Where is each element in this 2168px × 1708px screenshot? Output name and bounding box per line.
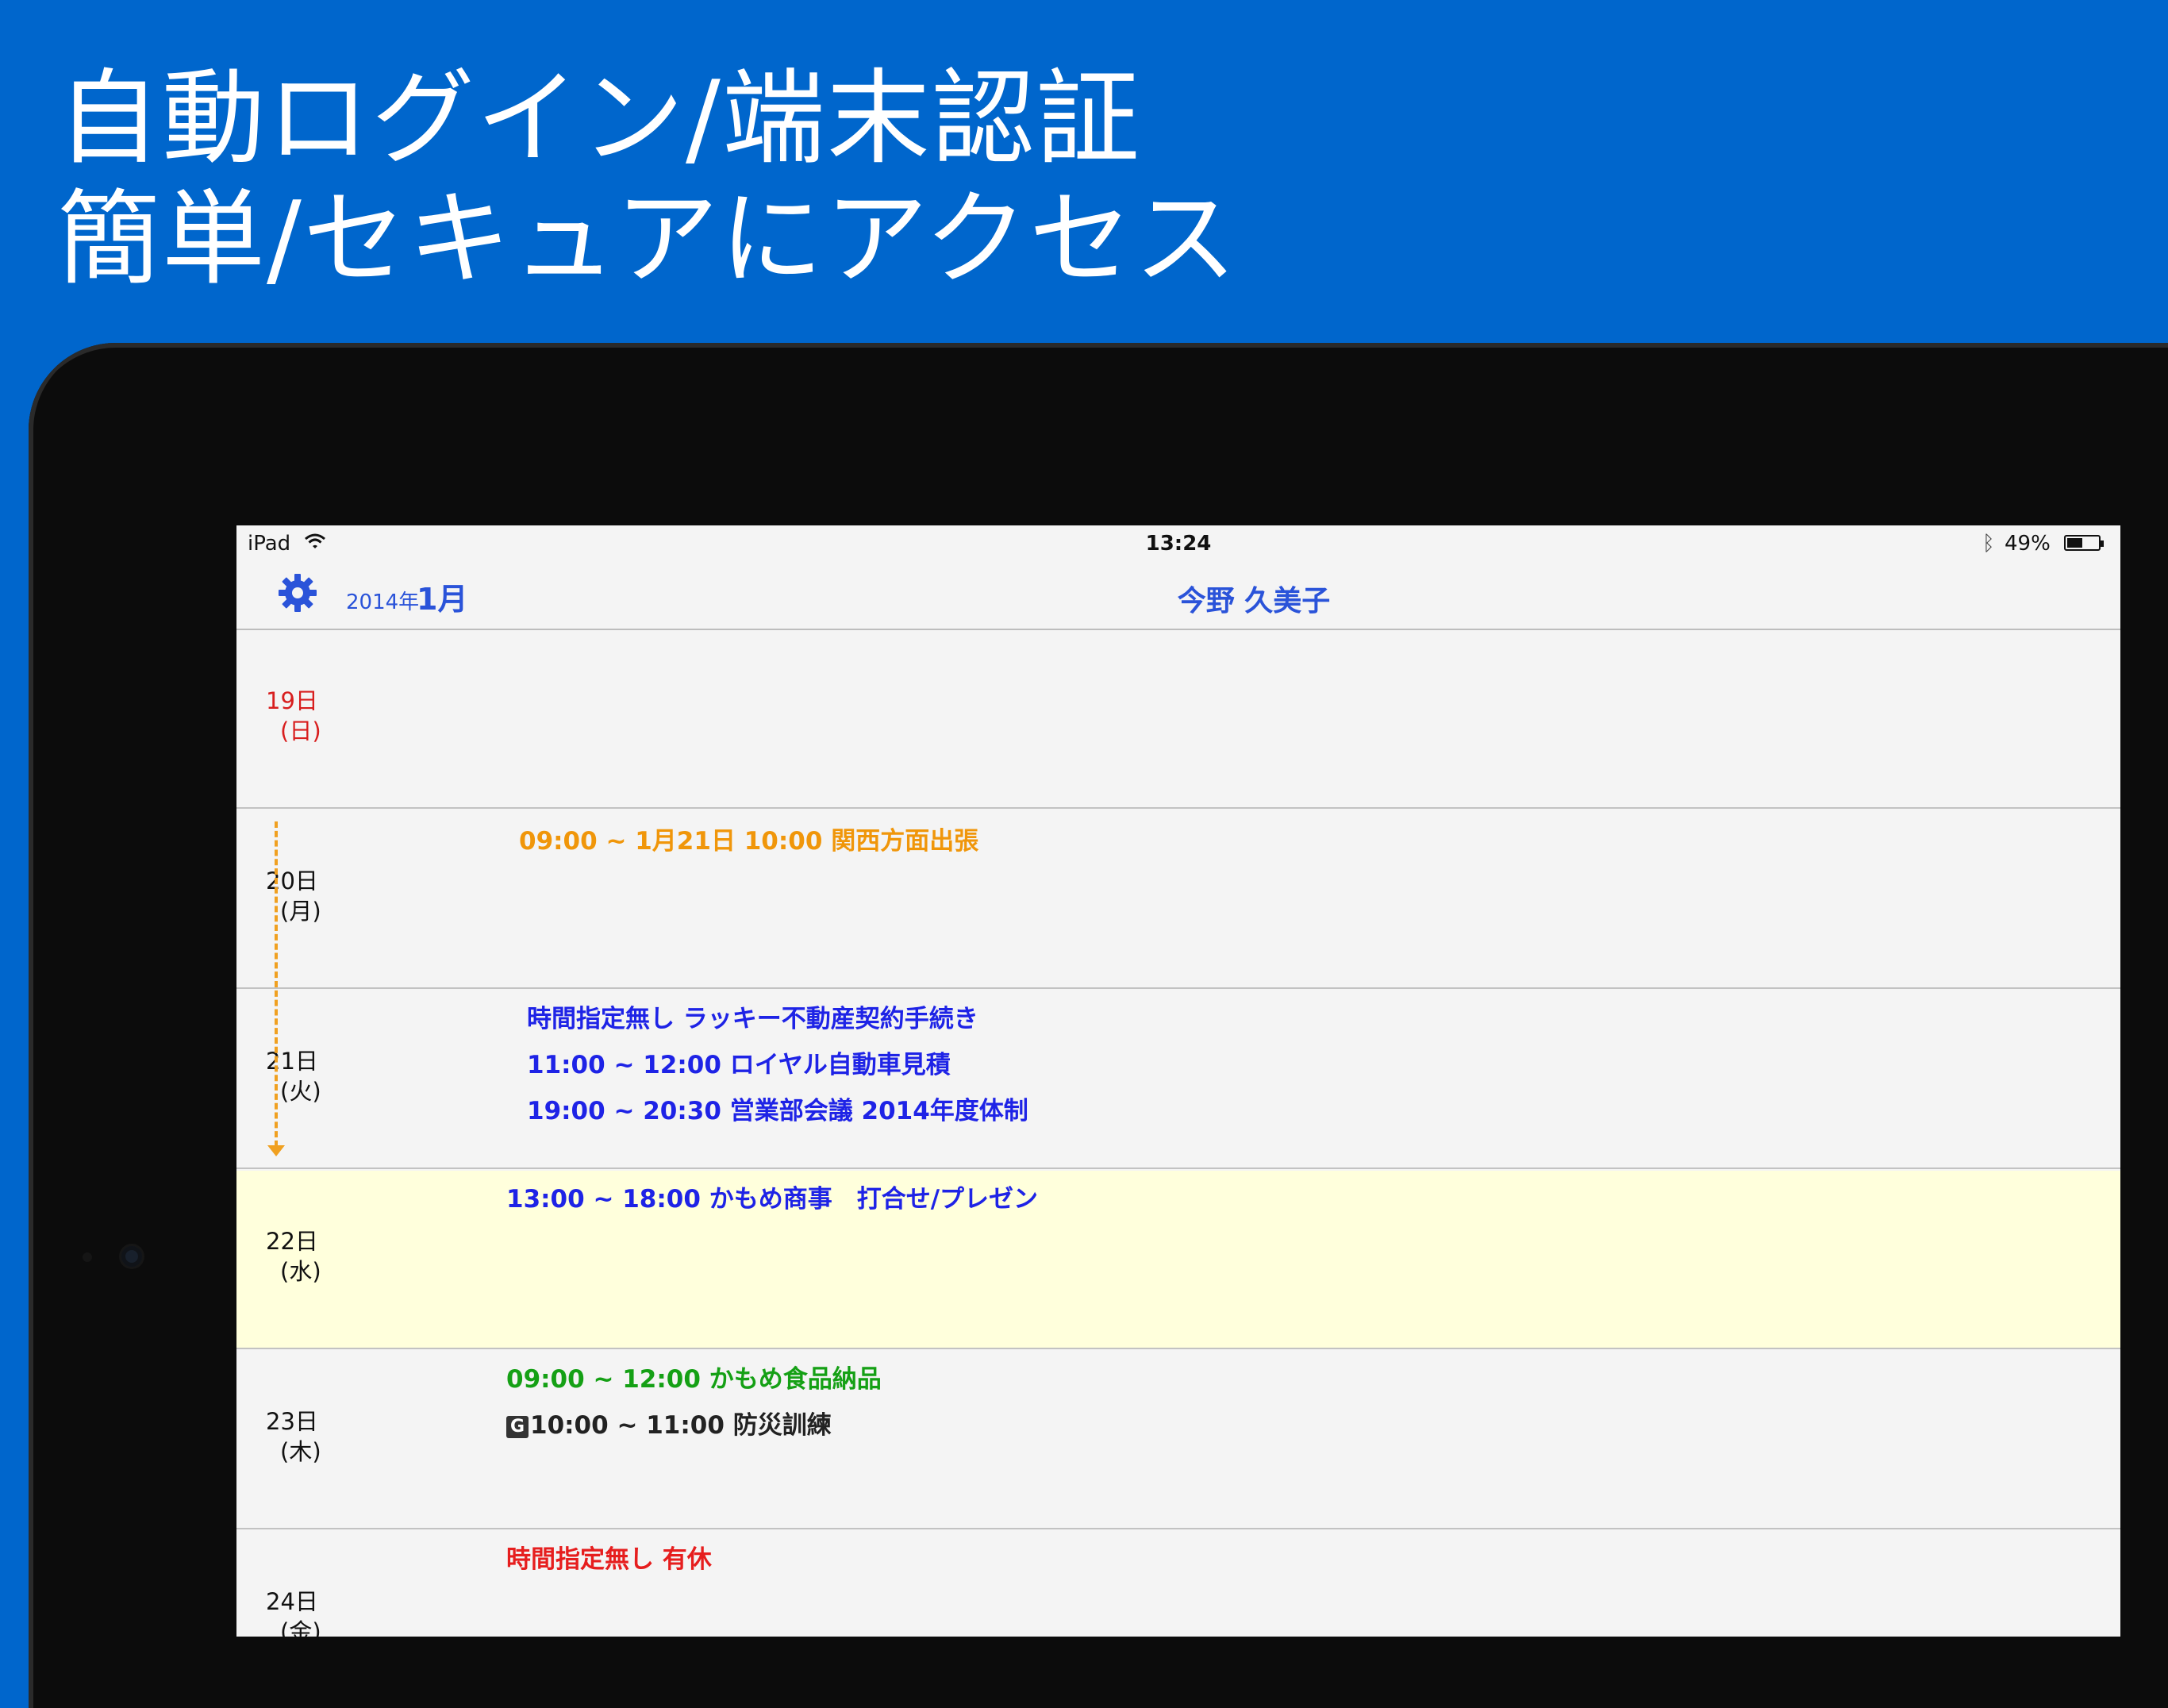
event-item[interactable]: G 10:00 ~ 11:00 防災訓練	[506, 1405, 832, 1441]
battery-level	[2067, 538, 2082, 548]
day-date: 19日	[266, 687, 318, 714]
day-label: 22日 (水)	[266, 1226, 321, 1287]
battery-nub	[2101, 540, 2104, 547]
day-date: 22日	[266, 1228, 318, 1255]
event-item[interactable]: 13:00 ~ 18:00 かもめ商事 打合せ/プレゼン	[506, 1179, 1038, 1214]
day-row-21[interactable]: 21日 (火)	[236, 991, 2120, 1169]
camera-lens	[121, 1246, 142, 1267]
day-date: 20日	[266, 867, 318, 894]
day-label: 24日 (金)	[266, 1587, 321, 1637]
day-weekday: (木)	[280, 1438, 321, 1465]
ambient-sensor	[83, 1252, 92, 1262]
user-name[interactable]: 今野 久美子	[236, 578, 2120, 619]
promo-headline-line1: 自動ログイン/端末認証	[57, 58, 1141, 179]
day-weekday: (金)	[280, 1618, 321, 1637]
event-item[interactable]: 時間指定無し ラッキー不動産契約手続き	[527, 998, 978, 1034]
day-label: 23日 (木)	[266, 1406, 321, 1467]
event-item[interactable]: 09:00 ~ 12:00 かもめ食品納品	[506, 1359, 882, 1394]
event-multi-day[interactable]: 09:00 ~ 1月21日 10:00 関西方面出張	[519, 821, 978, 856]
event-item[interactable]: 19:00 ~ 20:30 営業部会議 2014年度体制	[527, 1091, 1028, 1126]
day-date: 23日	[266, 1408, 318, 1435]
battery-icon	[2064, 535, 2104, 551]
day-date: 24日	[266, 1588, 318, 1615]
bluetooth-icon: ᛒ	[1982, 532, 1995, 556]
event-text: 10:00 ~ 11:00 防災訓練	[530, 1411, 832, 1440]
ipad-screen: iPad 13:24 ᛒ 49% 2014年 1月 今野 久美子 19日 (日)…	[236, 525, 2120, 1637]
battery-percent: 49%	[2005, 532, 2051, 556]
promo-headline-line2: 簡単/セキュアにアクセス	[57, 179, 1239, 299]
day-label: 19日 (日)	[266, 686, 321, 746]
navigation-bar: 2014年 1月 今野 久美子	[236, 557, 2120, 630]
google-calendar-badge: G	[506, 1416, 529, 1438]
multi-day-arrow-icon	[267, 1145, 285, 1156]
day-weekday: (日)	[280, 717, 321, 744]
status-time: 13:24	[1145, 532, 1212, 556]
event-item[interactable]: 11:00 ~ 12:00 ロイヤル自動車見積	[527, 1044, 951, 1080]
day-row-19[interactable]: 19日 (日)	[236, 630, 2120, 809]
day-weekday: (水)	[280, 1258, 321, 1285]
multi-day-connector	[275, 821, 278, 1147]
event-item[interactable]: 時間指定無し 有休	[506, 1539, 712, 1575]
status-bar: iPad 13:24 ᛒ 49%	[236, 525, 2120, 557]
day-date: 21日	[266, 1048, 318, 1075]
